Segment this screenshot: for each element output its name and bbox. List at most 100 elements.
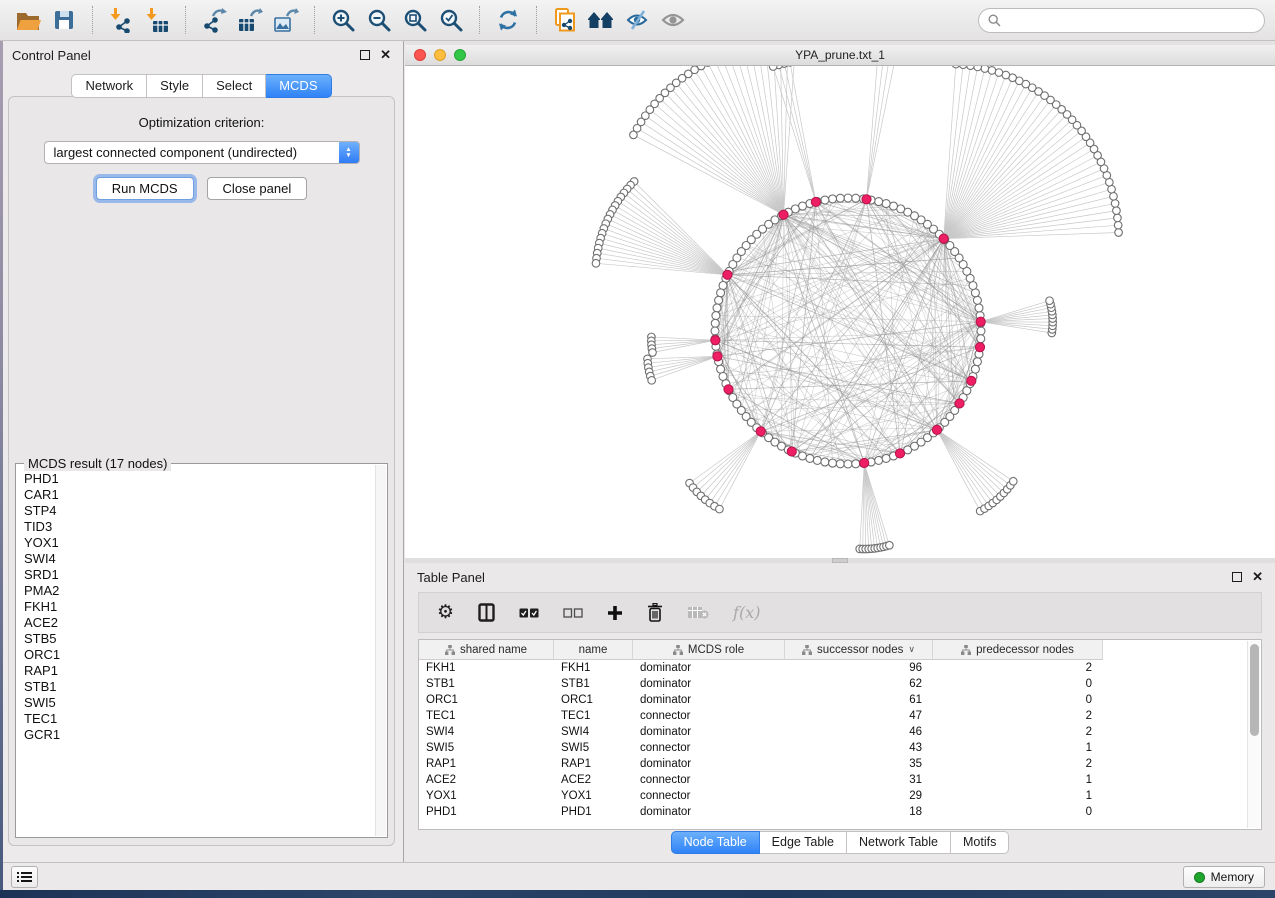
control-panel-tabs: Network Style Select MCDS — [0, 74, 403, 98]
hide-selected-button[interactable] — [619, 4, 655, 36]
table-scrollbar[interactable] — [1247, 641, 1260, 828]
optimization-criterion-label: Optimization criterion: — [9, 115, 394, 130]
zoom-fit-icon — [403, 8, 428, 33]
mcds-result-list: PHD1 CAR1 STP4 TID3 YOX1 SWI4 SRD1 PMA2 … — [17, 465, 375, 836]
table-row[interactable]: FKH1FKH1dominator962 — [419, 660, 1261, 676]
columns-icon[interactable] — [478, 603, 495, 622]
refresh-button[interactable] — [490, 4, 526, 36]
tab-node-table[interactable]: Node Table — [671, 831, 760, 854]
search-field[interactable] — [978, 8, 1265, 33]
result-node[interactable]: SWI5 — [24, 695, 375, 711]
table-scrollbar-thumb[interactable] — [1250, 644, 1259, 736]
delete-table-icon — [687, 606, 709, 619]
import-table-button[interactable] — [139, 4, 175, 36]
column-header-mcds-role[interactable]: MCDS role — [633, 640, 785, 659]
zoom-selected-icon — [439, 8, 464, 33]
result-node[interactable]: ORC1 — [24, 647, 375, 663]
result-node[interactable]: SRD1 — [24, 567, 375, 583]
network-window: YPA_prune.txt_1 — [405, 41, 1275, 563]
refresh-icon — [495, 7, 521, 33]
memory-button[interactable]: Memory — [1183, 866, 1265, 888]
list-icon — [17, 871, 32, 883]
column-header-shared-name[interactable]: shared name — [419, 640, 554, 659]
result-node[interactable]: PMA2 — [24, 583, 375, 599]
export-image-button[interactable] — [268, 4, 304, 36]
deselect-all-icon[interactable] — [563, 608, 583, 618]
memory-label: Memory — [1211, 870, 1254, 884]
export-image-icon — [273, 7, 299, 33]
search-input[interactable] — [1006, 10, 1255, 30]
result-scrollbar[interactable] — [375, 465, 386, 836]
table-row[interactable]: RAP1RAP1dominator352 — [419, 756, 1261, 772]
result-node[interactable]: RAP1 — [24, 663, 375, 679]
home-view-button[interactable] — [583, 4, 619, 36]
column-header-predecessor-nodes[interactable]: predecessor nodes — [933, 640, 1103, 659]
zoom-in-button[interactable] — [325, 4, 361, 36]
add-column-icon[interactable] — [607, 605, 623, 621]
export-network-button[interactable] — [196, 4, 232, 36]
sort-descending-icon: ∨ — [908, 644, 915, 655]
tab-network-table[interactable]: Network Table — [847, 831, 951, 854]
tab-mcds[interactable]: MCDS — [266, 74, 331, 98]
zoom-in-icon — [331, 8, 356, 33]
close-panel-icon[interactable]: ✕ — [380, 50, 391, 60]
tab-edge-table[interactable]: Edge Table — [760, 831, 847, 854]
result-node[interactable]: CAR1 — [24, 487, 375, 503]
table-row[interactable]: SWI5SWI5connector431 — [419, 740, 1261, 756]
save-button[interactable] — [46, 4, 82, 36]
result-node[interactable]: TID3 — [24, 519, 375, 535]
result-node[interactable]: STB5 — [24, 631, 375, 647]
table-settings-button[interactable]: ⚙ — [437, 603, 454, 622]
control-panel-title: Control Panel — [12, 48, 91, 63]
zoom-selected-button[interactable] — [433, 4, 469, 36]
result-node[interactable]: ACE2 — [24, 615, 375, 631]
import-network-button[interactable] — [103, 4, 139, 36]
table-row[interactable]: YOX1YOX1connector291 — [419, 788, 1261, 804]
clone-network-button[interactable] — [547, 4, 583, 36]
select-all-icon[interactable] — [519, 608, 539, 618]
home-view-icon — [587, 9, 615, 31]
result-node[interactable]: GCR1 — [24, 727, 375, 743]
result-node[interactable]: TEC1 — [24, 711, 375, 727]
result-node[interactable]: PHD1 — [24, 471, 375, 487]
table-row[interactable]: SWI4SWI4dominator462 — [419, 724, 1261, 740]
export-table-button[interactable] — [232, 4, 268, 36]
column-header-successor-nodes[interactable]: successor nodes ∨ — [785, 640, 933, 659]
optimization-criterion-value: largest connected component (undirected) — [54, 145, 298, 160]
result-node[interactable]: SWI4 — [24, 551, 375, 567]
toolbar-separator — [536, 6, 537, 34]
table-row[interactable]: ORC1ORC1dominator610 — [419, 692, 1261, 708]
show-selected-button[interactable] — [655, 4, 691, 36]
close-panel-icon[interactable]: ✕ — [1252, 572, 1263, 582]
control-panel: Control Panel ✕ Network Style Select MCD… — [0, 41, 404, 862]
result-node[interactable]: STP4 — [24, 503, 375, 519]
result-node[interactable]: YOX1 — [24, 535, 375, 551]
zoom-fit-button[interactable] — [397, 4, 433, 36]
network-canvas[interactable] — [405, 66, 1275, 558]
tab-motifs[interactable]: Motifs — [951, 831, 1009, 854]
run-mcds-button[interactable]: Run MCDS — [96, 177, 194, 200]
optimization-criterion-select[interactable]: largest connected component (undirected)… — [44, 141, 360, 164]
float-panel-icon[interactable] — [360, 50, 370, 60]
import-table-icon — [144, 7, 170, 33]
application-window: Control Panel ✕ Network Style Select MCD… — [0, 0, 1275, 898]
zoom-out-button[interactable] — [361, 4, 397, 36]
tab-style[interactable]: Style — [147, 74, 203, 98]
show-selected-icon — [660, 8, 686, 32]
result-node[interactable]: FKH1 — [24, 599, 375, 615]
table-row[interactable]: TEC1TEC1connector472 — [419, 708, 1261, 724]
task-history-button[interactable] — [11, 866, 38, 888]
toolbar-separator — [92, 6, 93, 34]
column-header-name[interactable]: name — [554, 640, 633, 659]
table-row[interactable]: PHD1PHD1dominator180 — [419, 804, 1261, 820]
table-row[interactable]: ACE2ACE2connector311 — [419, 772, 1261, 788]
open-folder-button[interactable] — [10, 4, 46, 36]
tab-network[interactable]: Network — [71, 74, 147, 98]
select-stepper-icon: ▲▼ — [339, 142, 359, 163]
result-node[interactable]: STB1 — [24, 679, 375, 695]
close-panel-button[interactable]: Close panel — [207, 177, 308, 200]
delete-column-icon[interactable] — [647, 603, 663, 622]
table-row[interactable]: STB1STB1dominator620 — [419, 676, 1261, 692]
tab-select[interactable]: Select — [203, 74, 266, 98]
float-panel-icon[interactable] — [1232, 572, 1242, 582]
